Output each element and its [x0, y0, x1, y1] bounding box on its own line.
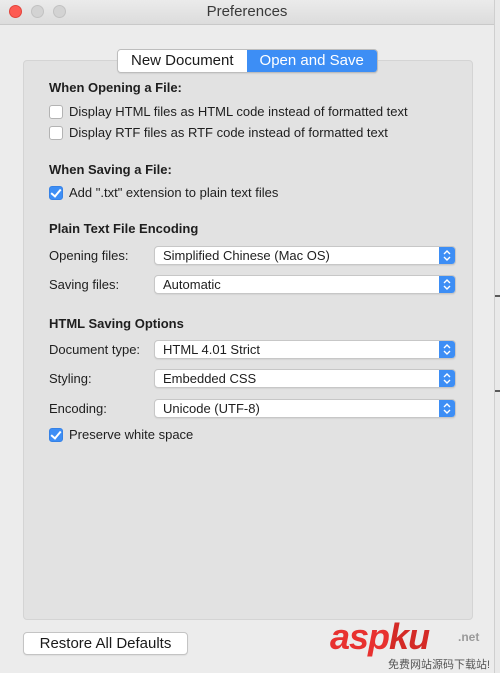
opening-heading: When Opening a File:	[49, 80, 182, 95]
title-bar[interactable]: Preferences	[0, 0, 494, 25]
html-encoding-label: Encoding:	[49, 401, 107, 416]
document-type-value: HTML 4.01 Strict	[163, 342, 261, 357]
preserve-whitespace-checkbox[interactable]	[49, 427, 63, 442]
tab-open-and-save[interactable]: Open and Save	[246, 50, 377, 72]
styling-popup[interactable]: Embedded CSS	[154, 369, 456, 388]
add-txt-option[interactable]: Add ".txt" extension to plain text files	[49, 185, 278, 200]
popup-arrows-icon	[439, 370, 455, 387]
saving-files-popup[interactable]: Automatic	[154, 275, 456, 294]
display-rtf-checkbox[interactable]	[49, 125, 63, 140]
watermark-logo: aspku .net 免费网站源码下载站!	[330, 616, 500, 673]
document-type-popup[interactable]: HTML 4.01 Strict	[154, 340, 456, 359]
add-txt-checkbox[interactable]	[49, 185, 63, 200]
document-type-label: Document type:	[49, 342, 141, 357]
popup-arrows-icon	[439, 247, 455, 264]
saving-files-value: Automatic	[163, 277, 221, 292]
add-txt-label: Add ".txt" extension to plain text files	[69, 185, 279, 200]
saving-heading: When Saving a File:	[49, 162, 172, 177]
opening-files-popup[interactable]: Simplified Chinese (Mac OS)	[154, 246, 456, 265]
window-title: Preferences	[206, 3, 288, 20]
watermark-text: aspku	[330, 616, 430, 657]
display-html-label: Display HTML files as HTML code instead …	[69, 104, 408, 119]
display-rtf-option[interactable]: Display RTF files as RTF code instead of…	[49, 125, 388, 140]
popup-arrows-icon	[439, 400, 455, 417]
preserve-whitespace-option[interactable]: Preserve white space	[49, 427, 193, 442]
tab-new-document[interactable]: New Document	[118, 50, 247, 72]
styling-value: Embedded CSS	[163, 371, 257, 386]
display-html-option[interactable]: Display HTML files as HTML code instead …	[49, 104, 408, 119]
display-rtf-label: Display RTF files as RTF code instead of…	[69, 125, 388, 140]
watermark-subtitle: 免费网站源码下载站!	[388, 659, 491, 671]
display-html-checkbox[interactable]	[49, 104, 63, 119]
encoding-heading: Plain Text File Encoding	[49, 221, 199, 236]
watermark-suffix: .net	[458, 630, 480, 644]
html-encoding-popup[interactable]: Unicode (UTF-8)	[154, 399, 456, 418]
html-encoding-value: Unicode (UTF-8)	[163, 401, 260, 416]
tab-bar: New Document Open and Save	[117, 49, 378, 73]
opening-files-value: Simplified Chinese (Mac OS)	[163, 248, 330, 263]
edge-mark	[495, 390, 500, 392]
preserve-whitespace-label: Preserve white space	[69, 427, 194, 442]
html-saving-heading: HTML Saving Options	[49, 316, 184, 331]
popup-arrows-icon	[439, 341, 455, 358]
edge-mark	[495, 295, 500, 297]
opening-files-label: Opening files:	[49, 248, 129, 263]
restore-defaults-button[interactable]: Restore All Defaults	[23, 632, 188, 655]
styling-label: Styling:	[49, 371, 92, 386]
popup-arrows-icon	[439, 276, 455, 293]
saving-files-label: Saving files:	[49, 277, 120, 292]
preferences-window: Preferences New Document Open and Save W…	[0, 0, 495, 673]
